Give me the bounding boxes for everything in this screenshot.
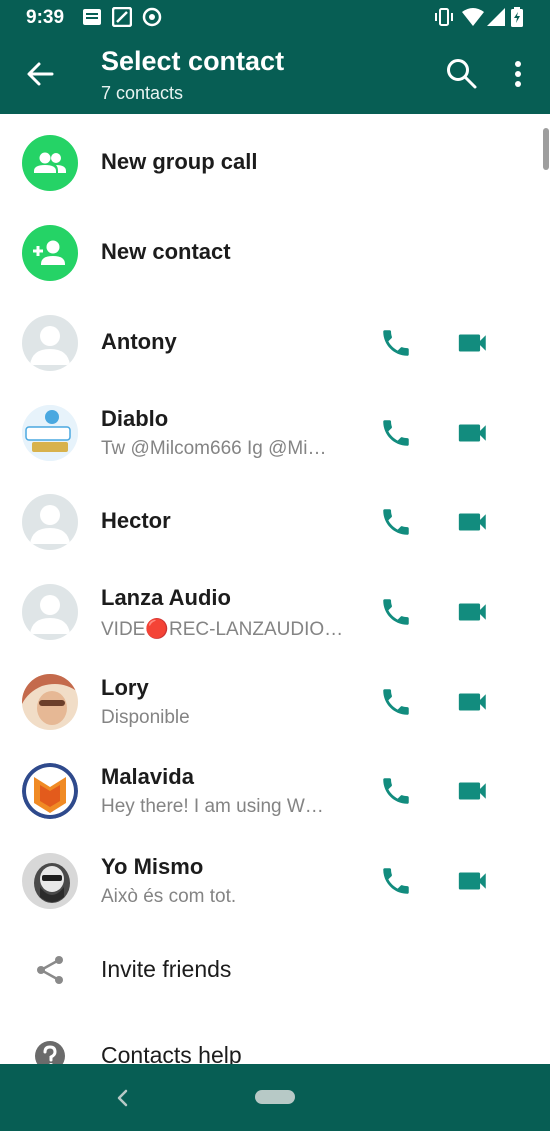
system-navigation-bar — [0, 1064, 550, 1131]
nav-back-icon[interactable] — [113, 1088, 131, 1108]
contact-row[interactable]: Diablo Tw @Milcom666 Ig @Mi… — [0, 388, 550, 478]
avatar — [22, 405, 78, 461]
avatar — [22, 315, 78, 371]
contact-status: Això és com tot. — [101, 886, 237, 907]
help-icon — [35, 1041, 65, 1064]
wifi-icon — [462, 8, 484, 26]
contact-name: Diablo — [101, 406, 169, 431]
sync-icon — [142, 7, 162, 27]
vibrate-icon — [435, 8, 453, 26]
voice-call-icon[interactable] — [379, 864, 413, 898]
contact-row[interactable]: Yo Mismo Això és com tot. — [0, 836, 550, 926]
contact-status: Tw @Milcom666 Ig @Mi… — [101, 438, 327, 459]
new-contact-item[interactable]: New contact — [0, 208, 550, 298]
contact-name: Lanza Audio — [101, 585, 231, 610]
contact-name: Antony — [101, 329, 177, 354]
voice-call-icon[interactable] — [379, 774, 413, 808]
avatar — [22, 584, 78, 640]
contact-count: 7 contacts — [101, 83, 184, 103]
video-call-icon[interactable] — [456, 864, 490, 898]
more-vert-icon[interactable] — [505, 58, 531, 90]
contact-row[interactable]: Lanza Audio VIDE🔴REC-LANZAUDIO… — [0, 567, 550, 657]
avatar — [22, 853, 78, 909]
gallery-icon — [112, 7, 132, 27]
video-call-icon[interactable] — [456, 416, 490, 450]
voice-call-icon[interactable] — [379, 595, 413, 629]
video-call-icon[interactable] — [456, 595, 490, 629]
add-person-icon — [22, 225, 78, 281]
status-bar: 9:39 — [0, 0, 550, 36]
invite-friends-item[interactable]: Invite friends — [0, 926, 550, 1016]
contact-row[interactable]: Malavida Hey there! I am using W… — [0, 746, 550, 836]
avatar — [22, 763, 78, 819]
message-icon — [83, 9, 101, 25]
signal-icon — [487, 8, 505, 26]
battery-icon — [511, 7, 523, 27]
contacts-help-label: Contacts help — [101, 1042, 242, 1064]
contact-status: VIDE🔴REC-LANZAUDIO… — [101, 619, 344, 640]
status-time: 9:39 — [26, 7, 65, 28]
new-group-call-label: New group call — [101, 149, 258, 174]
video-call-icon[interactable] — [456, 326, 490, 360]
nav-home-pill[interactable] — [255, 1090, 295, 1104]
contact-list[interactable]: New group call New contact Antony Diablo… — [0, 114, 550, 1064]
arrow-back-icon[interactable] — [24, 58, 56, 90]
new-group-call-item[interactable]: New group call — [0, 118, 550, 208]
video-call-icon[interactable] — [456, 685, 490, 719]
toolbar: Select contact 7 contacts — [0, 36, 550, 114]
video-call-icon[interactable] — [456, 505, 490, 539]
voice-call-icon[interactable] — [379, 685, 413, 719]
contact-name: Lory — [101, 675, 149, 700]
avatar — [22, 674, 78, 730]
contact-name: Yo Mismo — [101, 854, 204, 879]
video-call-icon[interactable] — [456, 774, 490, 808]
voice-call-icon[interactable] — [379, 326, 413, 360]
contact-name: Hector — [101, 508, 171, 533]
contact-row[interactable]: Hector — [0, 477, 550, 567]
contact-name: Malavida — [101, 764, 194, 789]
invite-friends-label: Invite friends — [101, 956, 232, 982]
contacts-help-item[interactable]: Contacts help — [0, 1014, 550, 1064]
group-icon — [22, 135, 78, 191]
page-title: Select contact — [101, 46, 285, 76]
search-icon[interactable] — [444, 56, 478, 90]
voice-call-icon[interactable] — [379, 505, 413, 539]
contact-row[interactable]: Antony — [0, 298, 550, 388]
voice-call-icon[interactable] — [379, 416, 413, 450]
contact-status: Hey there! I am using W… — [101, 796, 324, 817]
share-icon — [37, 956, 63, 984]
contact-row[interactable]: Lory Disponible — [0, 657, 550, 747]
scrollbar-thumb[interactable] — [543, 128, 549, 170]
app-header: 9:39 Select contact 7 contacts — [0, 0, 550, 114]
contact-status: Disponible — [101, 707, 190, 728]
new-contact-label: New contact — [101, 239, 231, 264]
avatar — [22, 494, 78, 550]
